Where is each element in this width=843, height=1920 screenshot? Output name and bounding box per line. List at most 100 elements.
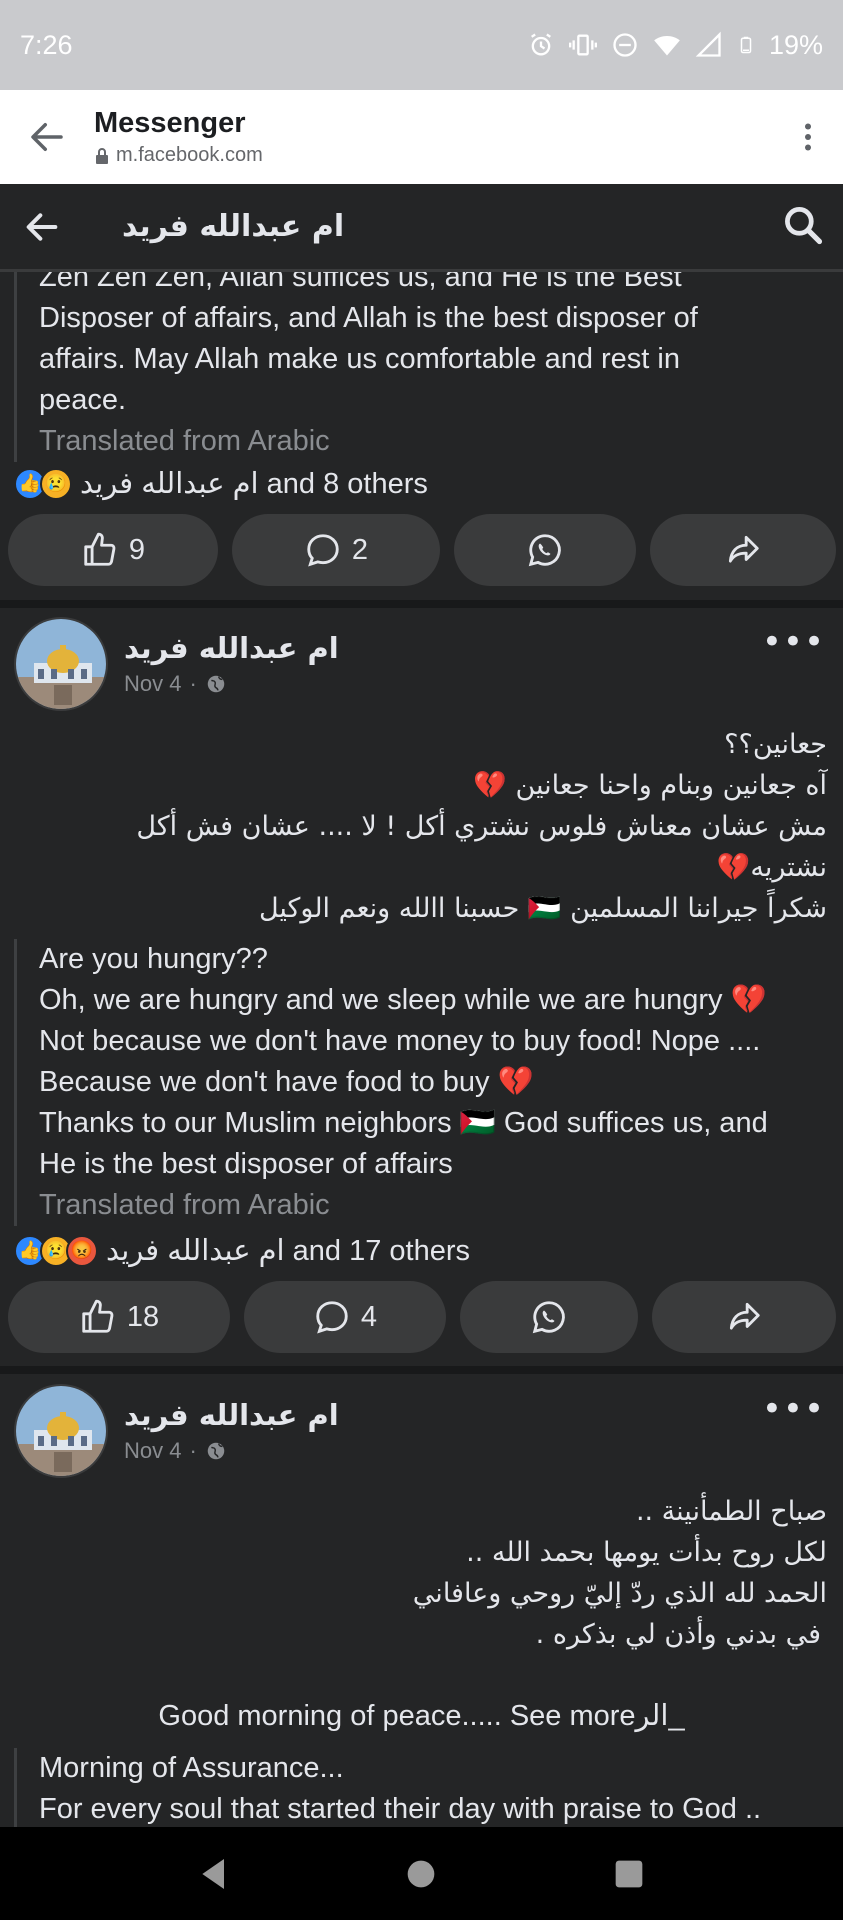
see-more-tail: الر_ bbox=[635, 1700, 685, 1732]
comment-count: 4 bbox=[360, 1300, 378, 1333]
globe-icon bbox=[207, 675, 225, 693]
post-author[interactable]: ام عبدالله فريد bbox=[124, 1398, 339, 1432]
battery-level: 19% bbox=[768, 29, 823, 60]
post-date[interactable]: Nov 4 bbox=[124, 1438, 181, 1464]
post-actions: 18 4 bbox=[8, 1281, 836, 1353]
post-separator bbox=[0, 1366, 843, 1374]
chat-title: ام عبدالله فريد bbox=[122, 209, 345, 244]
arabic-line: في بدني وأذن لي بذكره . bbox=[535, 1619, 821, 1650]
thumbs-up-icon bbox=[82, 1299, 114, 1333]
like-count: 18 bbox=[126, 1300, 160, 1333]
like-count: 9 bbox=[128, 533, 146, 566]
signal-icon bbox=[695, 31, 721, 57]
reactions-text: ام عبدالله فريد and 8 others bbox=[80, 468, 428, 500]
chat-back-button[interactable] bbox=[22, 203, 70, 251]
arabic-line: جعانين؟؟ bbox=[724, 729, 827, 760]
share-icon bbox=[729, 1302, 760, 1330]
globe-icon bbox=[207, 1442, 225, 1460]
share-button[interactable] bbox=[650, 514, 836, 586]
lock-icon bbox=[96, 147, 108, 164]
like-button[interactable]: 9 bbox=[8, 514, 218, 586]
translated-label: Translated from Arabic bbox=[39, 1189, 330, 1221]
nav-recents-icon[interactable] bbox=[609, 1854, 649, 1894]
see-more-text[interactable]: Good morning of peace..... See more bbox=[158, 1700, 635, 1732]
avatar[interactable] bbox=[14, 1384, 108, 1478]
browser-titles: Messenger m.facebook.com bbox=[94, 107, 773, 167]
see-more-line: Good morning of peace..... See moreالر_ bbox=[0, 1696, 843, 1737]
arabic-line: نشتريه💔 bbox=[716, 852, 827, 883]
search-button[interactable] bbox=[781, 203, 825, 251]
vibrate-icon bbox=[568, 34, 597, 56]
dot-separator: · bbox=[189, 1438, 197, 1463]
dome-of-the-rock-avatar bbox=[16, 1386, 106, 1476]
translation-block: Are you hungry?? Oh, we are hungry and w… bbox=[14, 939, 768, 1226]
translation-block: Zen Zen Zen, Allah suffices us, and He i… bbox=[14, 272, 698, 462]
post-card: Zen Zen Zen, Allah suffices us, and He i… bbox=[0, 272, 843, 600]
battery-icon bbox=[740, 36, 752, 54]
arabic-line: آه جعانين وبنام واحنا جعانين 💔 bbox=[473, 770, 827, 801]
post-separator bbox=[0, 600, 843, 608]
reactions-summary[interactable]: 👍 😢 ام عبدالله فريد and 8 others bbox=[14, 466, 428, 501]
comment-icon bbox=[307, 534, 339, 567]
arabic-line: الحمد لله الذي ردّ إليّ روحي وعافاني bbox=[412, 1578, 827, 1609]
translation-line: He is the best disposer of affairs bbox=[39, 1148, 453, 1180]
translation-line: affairs. May Allah make us comfortable a… bbox=[39, 343, 680, 375]
comment-button[interactable]: 2 bbox=[232, 514, 440, 586]
post-header[interactable]: ام عبدالله فريد Nov 4 · bbox=[14, 1384, 339, 1478]
browser-menu-button[interactable] bbox=[773, 90, 843, 184]
translated-label: Translated from Arabic bbox=[39, 425, 330, 457]
post-author[interactable]: ام عبدالله فريد bbox=[124, 631, 339, 665]
translation-line: Morning of Assurance... bbox=[39, 1752, 344, 1784]
translation-line: Not because we don't have money to buy f… bbox=[39, 1025, 761, 1057]
browser-title: Messenger bbox=[94, 107, 246, 139]
feed: Zen Zen Zen, Allah suffices us, and He i… bbox=[0, 272, 843, 1827]
status-bar: 7:26 19% bbox=[0, 0, 843, 90]
do-not-disturb-icon bbox=[613, 33, 637, 57]
browser-back-button[interactable] bbox=[0, 90, 94, 184]
post-author-block: ام عبدالله فريد Nov 4 · bbox=[124, 1398, 339, 1464]
whatsapp-share-button[interactable] bbox=[454, 514, 636, 586]
arabic-line: صباح الطمأنينة .. bbox=[635, 1496, 827, 1527]
comment-button[interactable]: 4 bbox=[244, 1281, 446, 1353]
translation-line: Thanks to our Muslim neighbors 🇵🇸 God su… bbox=[39, 1107, 768, 1139]
sad-reaction-icon: 😢 bbox=[40, 467, 72, 500]
nav-back-icon[interactable] bbox=[194, 1854, 234, 1894]
arabic-line: لكل روح بدأت يومها بحمد الله .. bbox=[466, 1537, 827, 1568]
post-options-button[interactable]: ••• bbox=[762, 1389, 825, 1429]
like-button[interactable]: 18 bbox=[8, 1281, 230, 1353]
share-icon bbox=[728, 535, 759, 563]
post-options-button[interactable]: ••• bbox=[762, 622, 825, 662]
arabic-line: شكراً جيراننا المسلمين 🇵🇸 حسبنا االله ون… bbox=[258, 893, 827, 924]
translation-line: peace. bbox=[39, 384, 127, 416]
chat-header: ام عبدالله فريد bbox=[0, 184, 843, 272]
nav-home-icon[interactable] bbox=[401, 1854, 441, 1894]
arabic-line: مش عشان معناش فلوس نشتري أكل ! لا .... ع… bbox=[136, 811, 827, 842]
share-button[interactable] bbox=[652, 1281, 836, 1353]
post-date[interactable]: Nov 4 bbox=[124, 671, 181, 697]
whatsapp-share-button[interactable] bbox=[460, 1281, 638, 1353]
reactions-text: ام عبدالله فريد and 17 others bbox=[106, 1235, 471, 1267]
alarm-icon bbox=[530, 33, 551, 56]
translation-line: Zen Zen Zen, Allah suffices us, and He i… bbox=[39, 272, 682, 293]
search-icon bbox=[785, 206, 823, 244]
comment-count: 2 bbox=[351, 533, 369, 566]
thumbs-up-icon bbox=[84, 532, 116, 566]
avatar[interactable] bbox=[14, 617, 108, 711]
post-meta: Nov 4 · bbox=[124, 1438, 339, 1464]
reactions-summary[interactable]: 👍 😢 😡 ام عبدالله فريد and 17 others bbox=[14, 1233, 470, 1268]
translation-block: Morning of Assurance... For every soul t… bbox=[14, 1748, 761, 1827]
system-navigation-bar bbox=[0, 1827, 843, 1920]
translation-line: Are you hungry?? bbox=[39, 943, 268, 975]
post-author-block: ام عبدالله فريد Nov 4 · bbox=[124, 631, 339, 697]
whatsapp-icon bbox=[528, 534, 561, 567]
post-header[interactable]: ام عبدالله فريد Nov 4 · bbox=[14, 617, 339, 711]
angry-reaction-icon: 😡 bbox=[66, 1234, 98, 1267]
status-icons: 19% bbox=[527, 30, 823, 61]
dot-separator: · bbox=[189, 671, 197, 696]
arrow-left-icon bbox=[31, 123, 63, 151]
status-time: 7:26 bbox=[20, 29, 73, 60]
translation-line: Disposer of affairs, and Allah is the be… bbox=[39, 302, 698, 334]
translation-line: For every soul that started their day wi… bbox=[39, 1793, 762, 1825]
post-actions: 9 2 bbox=[8, 514, 836, 586]
browser-bar: Messenger m.facebook.com bbox=[0, 90, 843, 184]
